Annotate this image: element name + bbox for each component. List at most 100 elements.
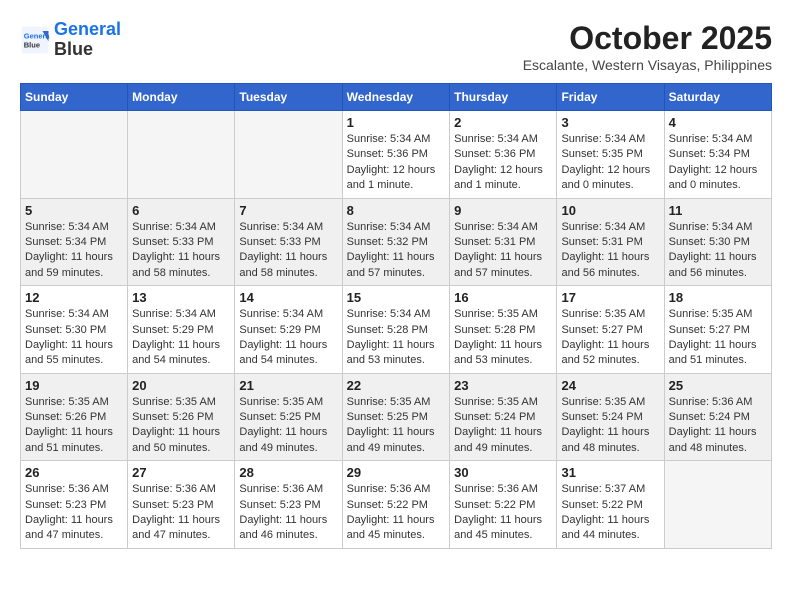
calendar-cell: 14Sunrise: 5:34 AM Sunset: 5:29 PM Dayli… <box>235 286 342 374</box>
calendar-cell: 31Sunrise: 5:37 AM Sunset: 5:22 PM Dayli… <box>557 461 664 549</box>
day-number: 11 <box>669 203 767 218</box>
calendar-cell: 6 Sunrise: 5:34 AM Sunset: 5:33 PM Daylig… <box>128 198 235 286</box>
day-number: 3 <box>561 115 659 130</box>
day-number: 28 <box>239 465 337 480</box>
logo-text: GeneralBlue <box>54 20 121 60</box>
day-number: 19 <box>25 378 123 393</box>
calendar-cell: 25 Sunrise: 5:36 AM Sunset: 5:24 PM Dayli… <box>664 373 771 461</box>
calendar-week-row: 26 Sunrise: 5:36 AM Sunset: 5:23 PM Dayli… <box>21 461 772 549</box>
weekday-header-tuesday: Tuesday <box>235 84 342 111</box>
day-number: 26 <box>25 465 123 480</box>
day-number: 29 <box>347 465 446 480</box>
weekday-header-sunday: Sunday <box>21 84 128 111</box>
weekday-header-thursday: Thursday <box>450 84 557 111</box>
day-info: Sunrise: 5:35 AM Sunset: 5:25 PM Dayligh… <box>239 395 337 457</box>
calendar-cell: 18 Sunrise: 5:35 AM Sunset: 5:27 PM Dayli… <box>664 286 771 374</box>
day-number: 9 <box>454 203 552 218</box>
calendar-cell: 10 Sunrise: 5:34 AM Sunset: 5:31 PM Dayli… <box>557 198 664 286</box>
calendar-cell: 16 Sunrise: 5:35 AM Sunset: 5:28 PM Dayli… <box>450 286 557 374</box>
day-info: Sunrise: 5:34 AM Sunset: 5:28 PM Dayligh… <box>347 307 446 369</box>
day-info: Sunrise: 5:34 AM Sunset: 5:31 PM Dayligh… <box>454 220 552 282</box>
calendar-cell: 3 Sunrise: 5:34 AM Sunset: 5:35 PM Daylig… <box>557 111 664 199</box>
calendar-cell <box>21 111 128 199</box>
day-info: Sunrise: 5:37 AM Sunset: 5:22 PM Dayligh… <box>561 482 659 544</box>
calendar-cell: 17Sunrise: 5:35 AM Sunset: 5:27 PM Dayli… <box>557 286 664 374</box>
calendar-cell: 11 Sunrise: 5:34 AM Sunset: 5:30 PM Dayli… <box>664 198 771 286</box>
day-info: Sunrise: 5:34 AM Sunset: 5:33 PM Dayligh… <box>132 220 230 282</box>
day-number: 21 <box>239 378 337 393</box>
day-number: 4 <box>669 115 767 130</box>
day-info: Sunrise: 5:34 AM Sunset: 5:30 PM Dayligh… <box>669 220 767 282</box>
day-info: Sunrise: 5:34 AM Sunset: 5:36 PM Dayligh… <box>454 132 552 194</box>
day-number: 2 <box>454 115 552 130</box>
day-info: Sunrise: 5:35 AM Sunset: 5:25 PM Dayligh… <box>347 395 446 457</box>
day-info: Sunrise: 5:34 AM Sunset: 5:34 PM Dayligh… <box>25 220 123 282</box>
calendar-cell: 28 Sunrise: 5:36 AM Sunset: 5:23 PM Dayli… <box>235 461 342 549</box>
calendar-cell: 15Sunrise: 5:34 AM Sunset: 5:28 PM Dayli… <box>342 286 450 374</box>
calendar-cell: 13 Sunrise: 5:34 AM Sunset: 5:29 PM Dayli… <box>128 286 235 374</box>
logo-icon: General Blue <box>20 25 50 55</box>
calendar-week-row: 5Sunrise: 5:34 AM Sunset: 5:34 PM Daylig… <box>21 198 772 286</box>
day-info: Sunrise: 5:34 AM Sunset: 5:30 PM Dayligh… <box>25 307 123 369</box>
calendar-header-row: SundayMondayTuesdayWednesdayThursdayFrid… <box>21 84 772 111</box>
day-info: Sunrise: 5:35 AM Sunset: 5:24 PM Dayligh… <box>561 395 659 457</box>
day-info: Sunrise: 5:35 AM Sunset: 5:24 PM Dayligh… <box>454 395 552 457</box>
page-header: General Blue GeneralBlue October 2025 Es… <box>20 20 772 73</box>
calendar-cell: 27Sunrise: 5:36 AM Sunset: 5:23 PM Dayli… <box>128 461 235 549</box>
day-info: Sunrise: 5:34 AM Sunset: 5:34 PM Dayligh… <box>669 132 767 194</box>
day-info: Sunrise: 5:36 AM Sunset: 5:22 PM Dayligh… <box>347 482 446 544</box>
month-title: October 2025 <box>523 20 772 57</box>
day-number: 18 <box>669 290 767 305</box>
calendar-cell: 7 Sunrise: 5:34 AM Sunset: 5:33 PM Daylig… <box>235 198 342 286</box>
day-number: 10 <box>561 203 659 218</box>
day-number: 22 <box>347 378 446 393</box>
day-info: Sunrise: 5:34 AM Sunset: 5:29 PM Dayligh… <box>132 307 230 369</box>
day-number: 6 <box>132 203 230 218</box>
day-number: 16 <box>454 290 552 305</box>
day-info: Sunrise: 5:35 AM Sunset: 5:28 PM Dayligh… <box>454 307 552 369</box>
day-info: Sunrise: 5:34 AM Sunset: 5:31 PM Dayligh… <box>561 220 659 282</box>
calendar-table: SundayMondayTuesdayWednesdayThursdayFrid… <box>20 83 772 549</box>
calendar-cell: 9 Sunrise: 5:34 AM Sunset: 5:31 PM Daylig… <box>450 198 557 286</box>
day-info: Sunrise: 5:36 AM Sunset: 5:24 PM Dayligh… <box>669 395 767 457</box>
day-number: 13 <box>132 290 230 305</box>
day-info: Sunrise: 5:35 AM Sunset: 5:26 PM Dayligh… <box>25 395 123 457</box>
calendar-week-row: 19 Sunrise: 5:35 AM Sunset: 5:26 PM Dayli… <box>21 373 772 461</box>
day-number: 7 <box>239 203 337 218</box>
day-info: Sunrise: 5:34 AM Sunset: 5:33 PM Dayligh… <box>239 220 337 282</box>
day-info: Sunrise: 5:34 AM Sunset: 5:35 PM Dayligh… <box>561 132 659 194</box>
calendar-cell: 2 Sunrise: 5:34 AM Sunset: 5:36 PM Daylig… <box>450 111 557 199</box>
calendar-cell: 1Sunrise: 5:34 AM Sunset: 5:36 PM Daylig… <box>342 111 450 199</box>
svg-text:Blue: Blue <box>24 40 40 49</box>
calendar-cell: 21 Sunrise: 5:35 AM Sunset: 5:25 PM Dayli… <box>235 373 342 461</box>
day-info: Sunrise: 5:34 AM Sunset: 5:32 PM Dayligh… <box>347 220 446 282</box>
day-info: Sunrise: 5:36 AM Sunset: 5:23 PM Dayligh… <box>239 482 337 544</box>
location-subtitle: Escalante, Western Visayas, Philippines <box>523 57 772 73</box>
day-number: 20 <box>132 378 230 393</box>
day-info: Sunrise: 5:35 AM Sunset: 5:27 PM Dayligh… <box>669 307 767 369</box>
logo: General Blue GeneralBlue <box>20 20 121 60</box>
calendar-cell <box>664 461 771 549</box>
day-number: 25 <box>669 378 767 393</box>
day-info: Sunrise: 5:34 AM Sunset: 5:36 PM Dayligh… <box>347 132 446 194</box>
day-number: 23 <box>454 378 552 393</box>
day-number: 24 <box>561 378 659 393</box>
calendar-cell: 22 Sunrise: 5:35 AM Sunset: 5:25 PM Dayli… <box>342 373 450 461</box>
calendar-cell: 23 Sunrise: 5:35 AM Sunset: 5:24 PM Dayli… <box>450 373 557 461</box>
day-info: Sunrise: 5:35 AM Sunset: 5:26 PM Dayligh… <box>132 395 230 457</box>
calendar-cell <box>235 111 342 199</box>
day-number: 12 <box>25 290 123 305</box>
day-info: Sunrise: 5:36 AM Sunset: 5:22 PM Dayligh… <box>454 482 552 544</box>
day-info: Sunrise: 5:36 AM Sunset: 5:23 PM Dayligh… <box>25 482 123 544</box>
calendar-cell: 29 Sunrise: 5:36 AM Sunset: 5:22 PM Dayli… <box>342 461 450 549</box>
weekday-header-saturday: Saturday <box>664 84 771 111</box>
calendar-week-row: 12 Sunrise: 5:34 AM Sunset: 5:30 PM Dayli… <box>21 286 772 374</box>
calendar-cell: 8Sunrise: 5:34 AM Sunset: 5:32 PM Daylig… <box>342 198 450 286</box>
day-number: 27 <box>132 465 230 480</box>
weekday-header-wednesday: Wednesday <box>342 84 450 111</box>
calendar-cell <box>128 111 235 199</box>
calendar-cell: 5Sunrise: 5:34 AM Sunset: 5:34 PM Daylig… <box>21 198 128 286</box>
calendar-cell: 30Sunrise: 5:36 AM Sunset: 5:22 PM Dayli… <box>450 461 557 549</box>
day-info: Sunrise: 5:34 AM Sunset: 5:29 PM Dayligh… <box>239 307 337 369</box>
calendar-cell: 19 Sunrise: 5:35 AM Sunset: 5:26 PM Dayli… <box>21 373 128 461</box>
